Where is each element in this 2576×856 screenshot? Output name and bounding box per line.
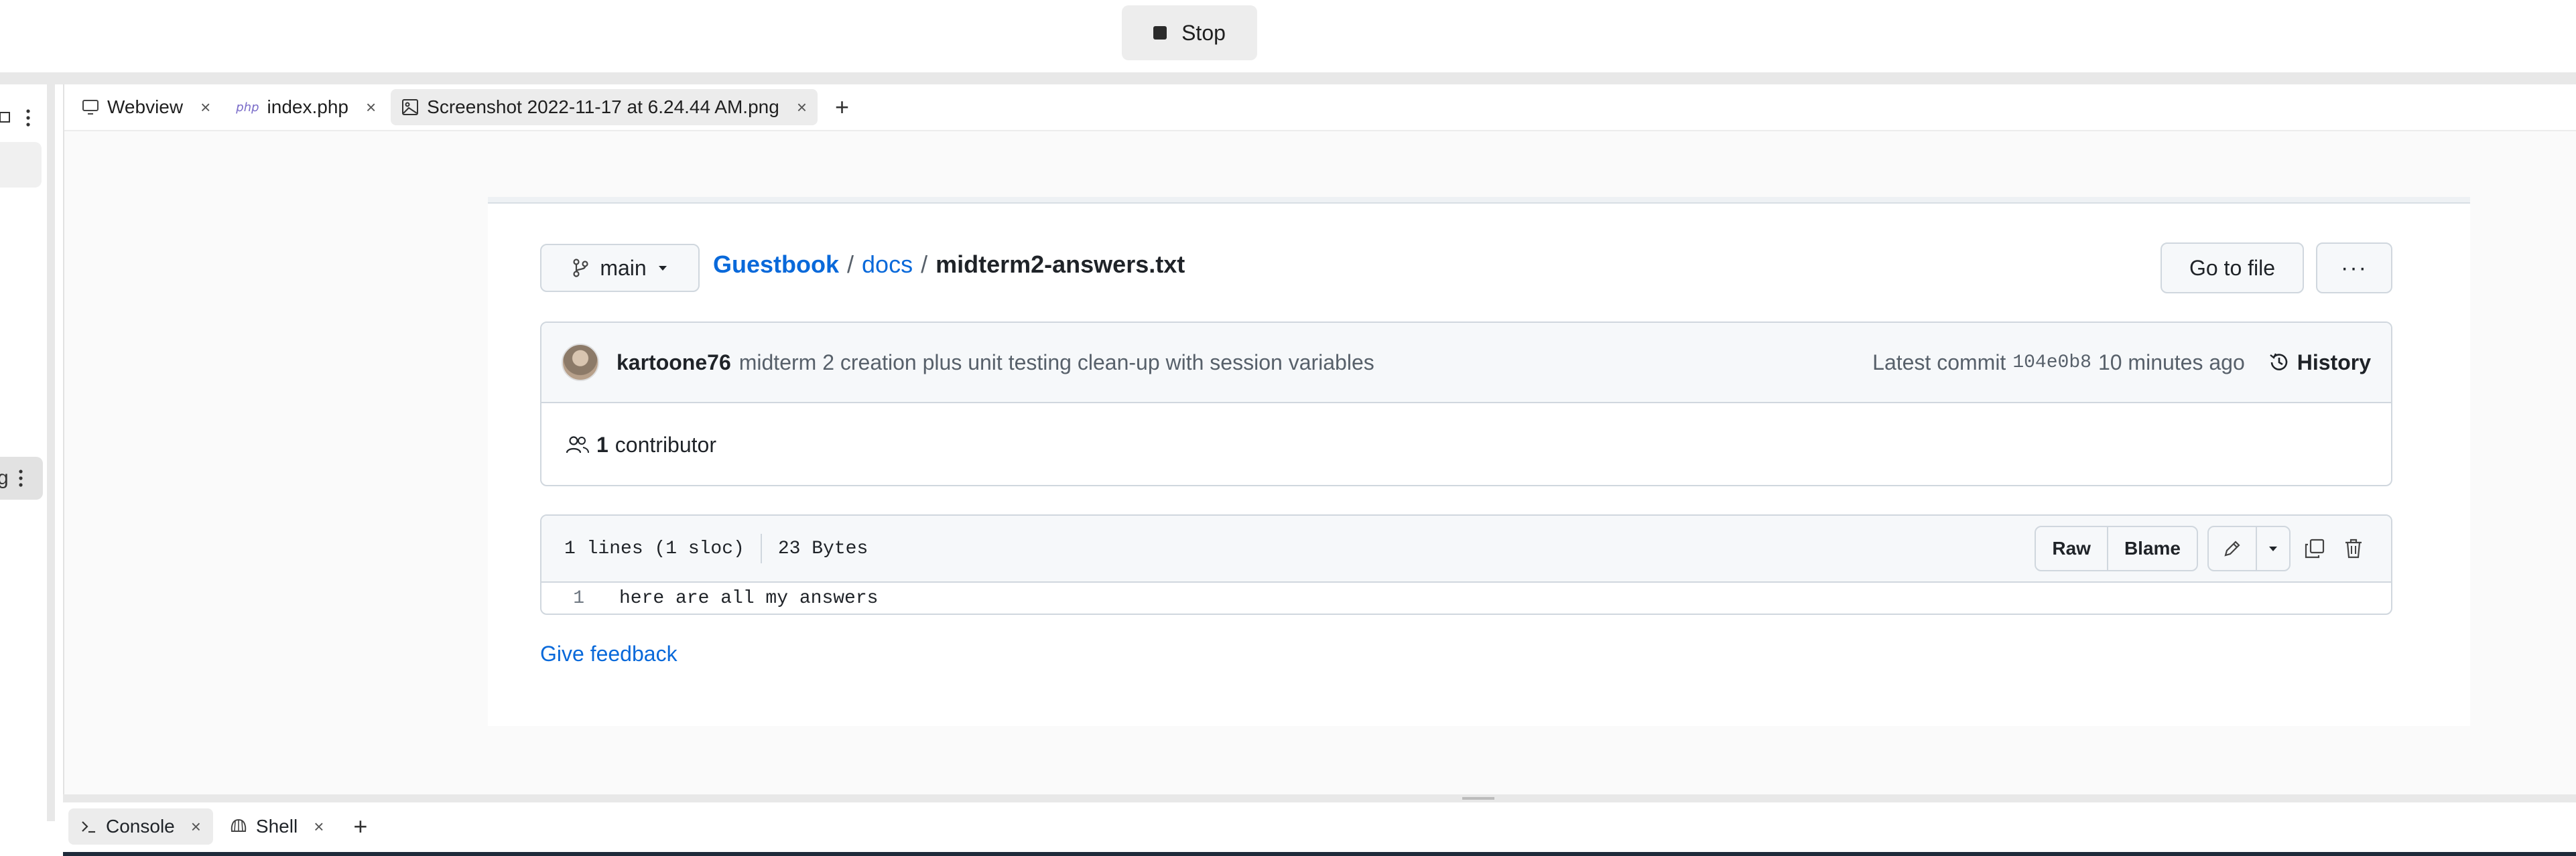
- latest-commit-row: kartoone76 midterm 2 creation plus unit …: [541, 323, 2391, 403]
- contributor-count: 1: [596, 432, 608, 457]
- raw-blame-group: Raw Blame: [2035, 526, 2198, 571]
- close-icon[interactable]: ×: [191, 816, 201, 837]
- history-label: History: [2297, 350, 2371, 374]
- latest-commit-label: Latest commit: [1872, 350, 2006, 374]
- tab-screenshot[interactable]: Screenshot 2022-11-17 at 6.24.44 AM.png …: [391, 89, 818, 125]
- monitor-icon: [82, 100, 99, 115]
- code-text: here are all my answers: [619, 587, 879, 609]
- php-icon: php: [236, 100, 259, 115]
- file-line-count: 1 lines (1 sloc): [564, 538, 745, 559]
- close-icon[interactable]: ×: [314, 816, 324, 837]
- breadcrumb-separator: /: [921, 251, 928, 278]
- branch-select-button[interactable]: main: [540, 244, 700, 292]
- more-options-button[interactable]: ···: [2316, 242, 2392, 293]
- panel-actions-icon[interactable]: [0, 104, 40, 131]
- file-actions: Raw Blame: [2035, 526, 2368, 571]
- left-panel-item[interactable]: [0, 142, 42, 188]
- breadcrumb: Guestbook / docs / midterm2-answers.txt: [713, 251, 1185, 279]
- tab-label: index.php: [267, 96, 348, 117]
- file-size: 23 Bytes: [777, 538, 868, 559]
- commit-time: 10 minutes ago: [2098, 350, 2245, 374]
- history-link[interactable]: History: [2268, 350, 2371, 375]
- editor-pane: Webview × php index.php × Screenshot 202…: [63, 84, 2576, 794]
- tab-index-php[interactable]: php index.php ×: [225, 89, 387, 125]
- commit-sha-link[interactable]: 104e0b8: [2012, 352, 2091, 373]
- bottom-edge: [63, 852, 2576, 856]
- close-icon[interactable]: ×: [366, 97, 376, 118]
- tab-label: Screenshot 2022-11-17 at 6.24.44 AM.png: [427, 96, 779, 117]
- tab-webview[interactable]: Webview ×: [71, 89, 221, 125]
- github-file-view: main Guestbook / docs / midterm2-answers…: [488, 197, 2470, 726]
- tab-label: Console: [106, 816, 175, 837]
- resize-grip-icon: [1462, 797, 1494, 800]
- history-icon: [2270, 353, 2287, 370]
- blame-button[interactable]: Blame: [2108, 527, 2197, 570]
- close-icon[interactable]: ×: [200, 97, 210, 118]
- header-divider: [760, 534, 762, 563]
- divider-bar: [0, 72, 2576, 84]
- stop-icon: [1153, 26, 1167, 40]
- left-panel-item-selected[interactable]: g: [0, 457, 43, 500]
- tab-shell[interactable]: Shell ×: [217, 808, 336, 845]
- pencil-icon: [2224, 541, 2240, 557]
- breadcrumb-file-name: midterm2-answers.txt: [936, 251, 1185, 278]
- commit-meta: Latest commit 104e0b8 10 minutes ago His…: [1872, 350, 2371, 375]
- caret-down-icon: [2269, 547, 2277, 551]
- bottom-tab-bar: Console × Shell × +: [63, 802, 2576, 851]
- close-icon[interactable]: ×: [797, 97, 807, 118]
- tab-label: Webview: [107, 96, 184, 117]
- breadcrumb-separator: /: [847, 251, 854, 278]
- delete-button[interactable]: [2339, 527, 2368, 570]
- shell-icon: [231, 818, 247, 832]
- avatar[interactable]: [562, 344, 599, 381]
- caret-down-icon: [658, 266, 667, 271]
- edit-button[interactable]: [2209, 527, 2257, 570]
- commit-message-link[interactable]: midterm 2 creation plus unit testing cle…: [739, 350, 1374, 375]
- more-vertical-icon[interactable]: [9, 465, 29, 492]
- contributors-row: 1 contributor: [541, 403, 2391, 485]
- top-bar: Stop: [0, 0, 2576, 72]
- stop-button[interactable]: Stop: [1122, 5, 1257, 60]
- stop-label: Stop: [1181, 20, 1226, 45]
- trash-icon: [2345, 539, 2362, 559]
- commit-author-link[interactable]: kartoone76: [617, 350, 731, 375]
- panel-resize-handle[interactable]: [63, 794, 2576, 802]
- header-border: [488, 197, 2470, 204]
- edit-dropdown-button[interactable]: [2257, 527, 2289, 570]
- code-line: 1 here are all my answers: [541, 583, 2391, 614]
- give-feedback-link[interactable]: Give feedback: [540, 642, 678, 666]
- breadcrumb-folder-link[interactable]: docs: [862, 251, 913, 279]
- copy-icon: [2305, 539, 2325, 559]
- copy-button[interactable]: [2300, 527, 2329, 570]
- terminal-icon: [82, 821, 95, 833]
- file-header: 1 lines (1 sloc) 23 Bytes Raw Blame: [541, 516, 2391, 583]
- left-panel-toolbar: [0, 104, 40, 137]
- line-number[interactable]: 1: [541, 588, 604, 609]
- tab-label: Shell: [255, 816, 298, 837]
- go-to-file-button[interactable]: Go to file: [2161, 242, 2304, 293]
- branch-name: main: [600, 255, 647, 280]
- add-tab-icon[interactable]: +: [340, 812, 381, 841]
- breadcrumb-repo-link[interactable]: Guestbook: [713, 251, 839, 279]
- left-panel: g: [0, 84, 55, 821]
- editor-tab-bar: Webview × php index.php × Screenshot 202…: [64, 84, 2576, 131]
- commit-box: kartoone76 midterm 2 creation plus unit …: [540, 322, 2392, 486]
- people-icon: [566, 436, 589, 453]
- image-icon: [402, 99, 419, 115]
- file-box: 1 lines (1 sloc) 23 Bytes Raw Blame 1 he…: [540, 514, 2392, 615]
- contributor-label: contributor: [615, 432, 716, 457]
- git-branch-icon: [573, 259, 588, 277]
- tab-console[interactable]: Console ×: [68, 808, 213, 845]
- edit-group: [2207, 526, 2291, 571]
- raw-button[interactable]: Raw: [2036, 527, 2108, 570]
- add-tab-icon[interactable]: +: [822, 93, 862, 121]
